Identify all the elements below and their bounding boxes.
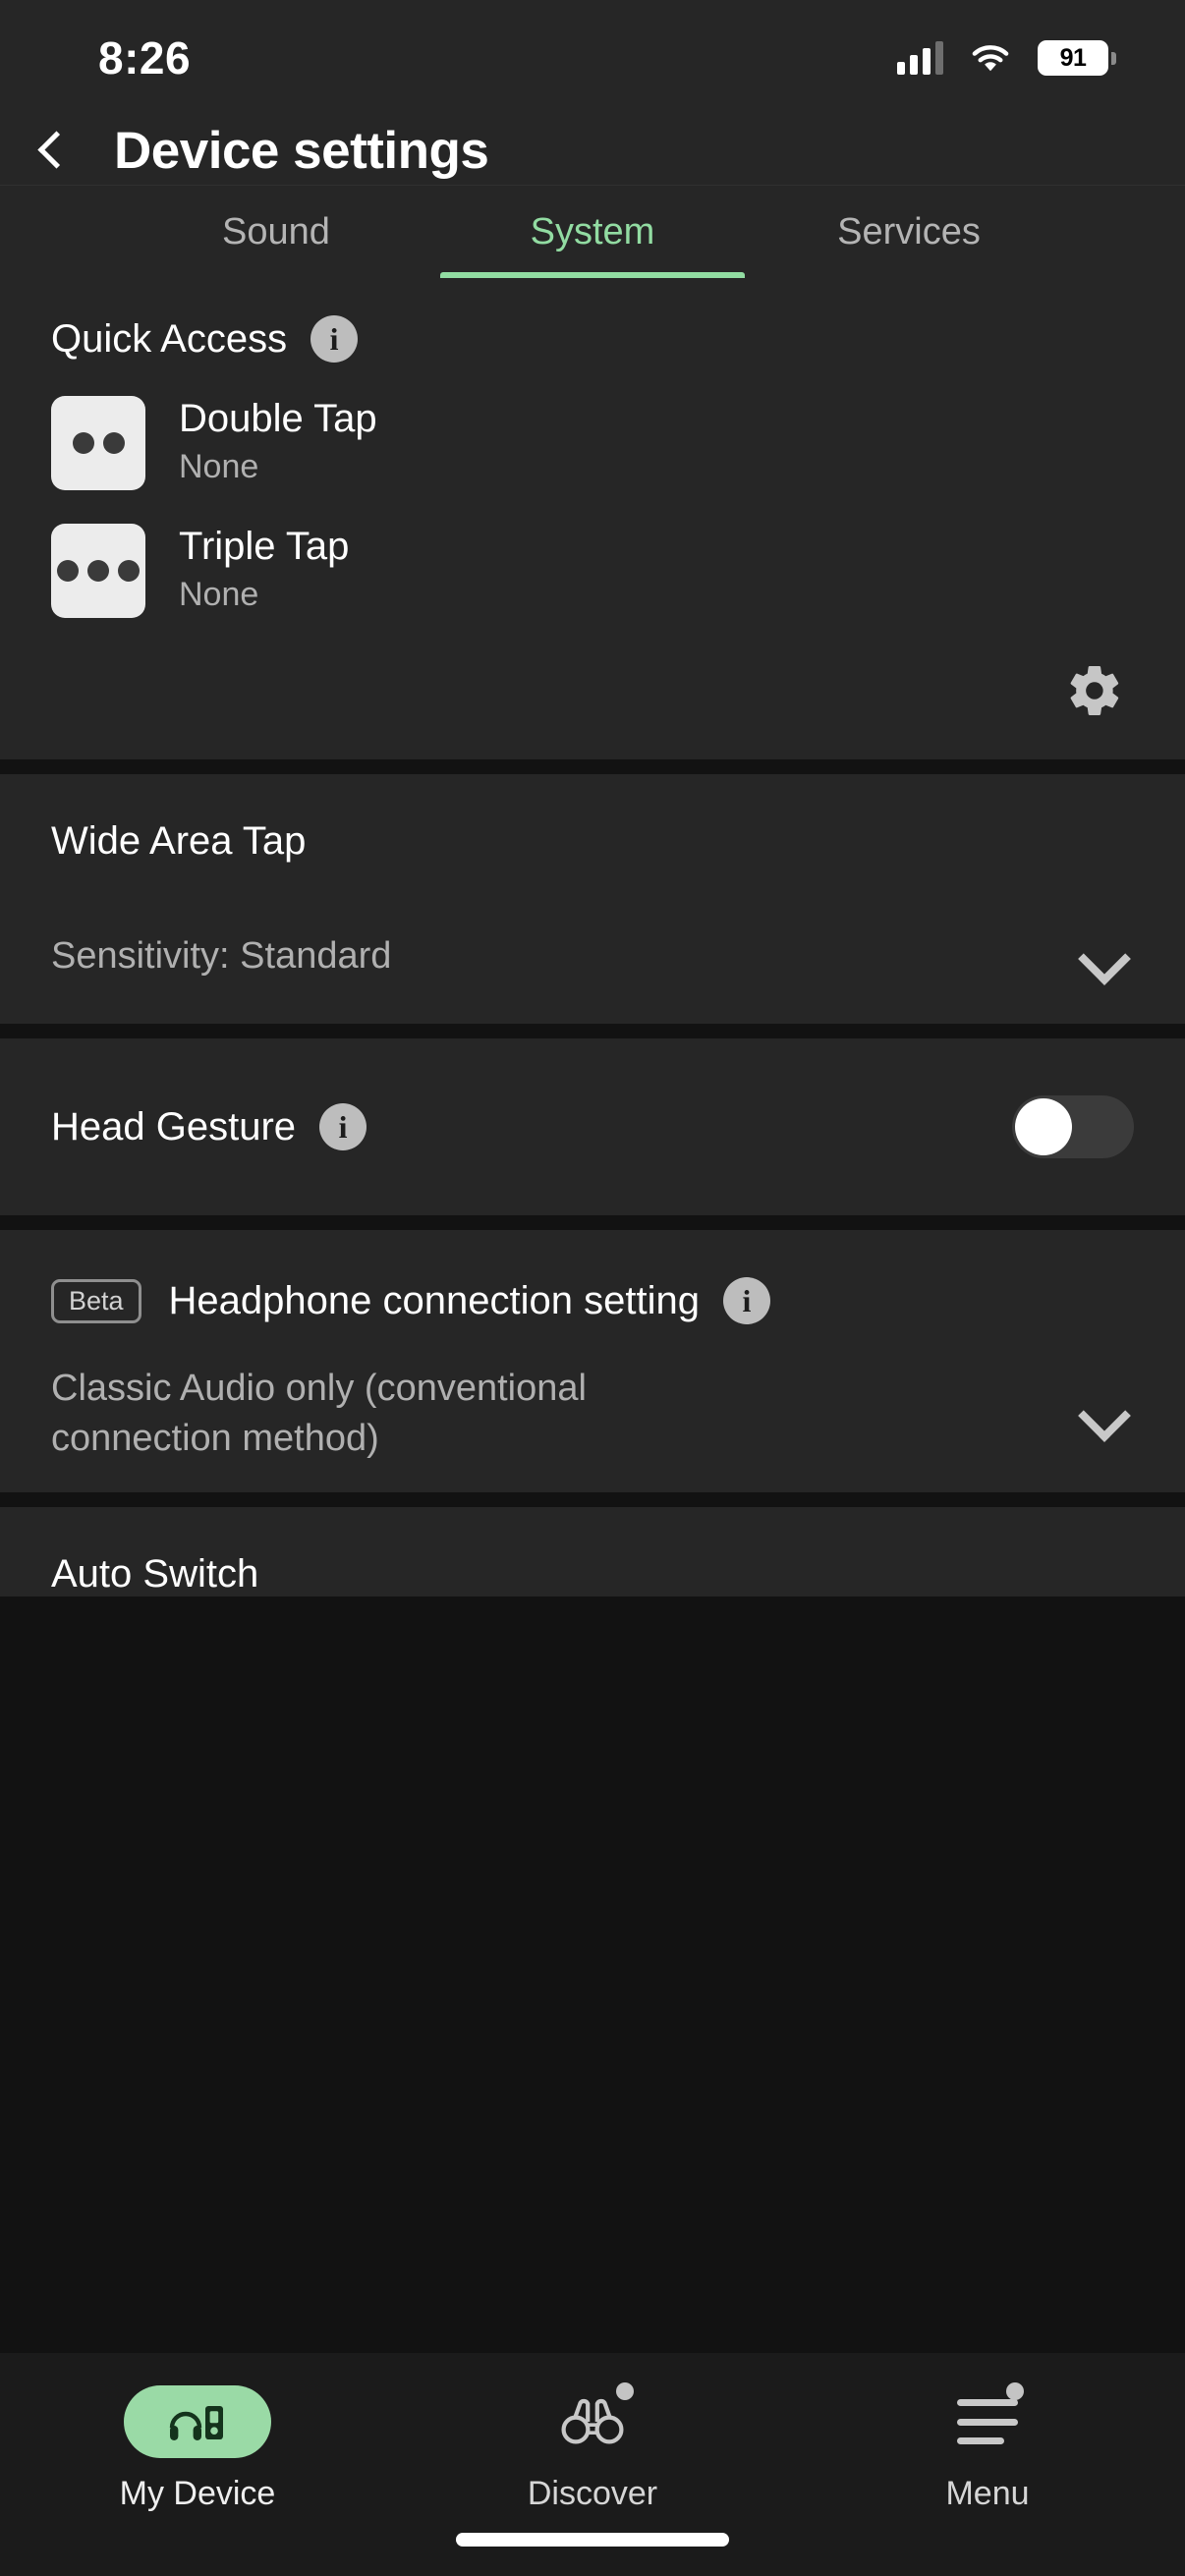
discover-badge-dot [616,2382,634,2400]
headphone-connection-info-icon[interactable]: i [722,1277,770,1325]
nav-label-menu: Menu [945,2475,1030,2512]
section-divider [0,1024,1185,1039]
chevron-down-icon [1079,934,1124,980]
auto-switch-section: Auto Switch [0,1507,1185,1597]
battery-level-label: 91 [1059,43,1087,72]
wide-area-tap-title: Wide Area Tap [51,819,307,863]
nav-label-my-device: My Device [119,2475,276,2512]
gear-icon[interactable] [1065,661,1124,720]
tab-sound-label: Sound [222,210,330,252]
head-gesture-row: Head Gesture i [0,1038,1185,1215]
wifi-icon [972,45,1009,72]
hamburger-menu-icon [957,2399,1018,2444]
tab-sound[interactable]: Sound [118,186,434,278]
triple-tap-icon [51,524,145,618]
quick-access-info-icon[interactable]: i [310,315,359,363]
head-gesture-toggle[interactable] [1012,1095,1134,1159]
my-device-active-pill [124,2385,271,2458]
head-gesture-section: Head Gesture i [0,1038,1185,1216]
wide-area-tap-section: Wide Area Tap Sensitivity: Standard [0,774,1185,1025]
nav-item-discover[interactable]: Discover [395,2375,790,2513]
triple-tap-title: Triple Tap [179,525,350,569]
battery-icon: 91 [1038,40,1116,76]
binoculars-icon [561,2398,624,2444]
double-tap-title: Double Tap [179,397,377,441]
status-bar-clock: 8:26 [98,32,192,84]
tab-system-label: System [530,210,655,252]
section-divider [0,1215,1185,1231]
menu-badge-dot [1006,2382,1024,2400]
head-gesture-info-icon[interactable]: i [319,1103,367,1151]
headphone-connection-title: Headphone connection setting [168,1278,700,1322]
nav-item-my-device[interactable]: My Device [0,2375,395,2513]
home-indicator [456,2533,729,2547]
settings-scroll-area[interactable]: Quick Access i Double Tap None Triple Ta… [0,278,1185,2353]
headphone-connection-header: Beta Headphone connection setting i [0,1230,1185,1325]
signal-bars-icon [897,41,943,75]
tab-system[interactable]: System [434,186,751,278]
nav-label-discover: Discover [527,2475,658,2512]
page-title: Device settings [114,121,489,180]
tab-bar: Sound System Services [0,185,1185,278]
chevron-down-icon [1079,1391,1124,1436]
quick-access-section: Quick Access i Double Tap None Triple Ta… [0,278,1185,759]
auto-switch-title: Auto Switch [51,1552,259,1596]
triple-tap-value: None [179,576,259,614]
info-glyph: i [338,1109,348,1146]
headphone-connection-section: Beta Headphone connection setting i Clas… [0,1230,1185,1493]
head-gesture-title: Head Gesture [51,1104,297,1148]
headphone-connection-dropdown[interactable]: Classic Audio only (conventional connect… [0,1324,1185,1492]
wide-area-tap-sensitivity-value: Sensitivity: Standard [51,935,392,977]
status-bar: 8:26 91 [0,0,1185,116]
tab-services-label: Services [837,210,981,252]
quick-access-title: Quick Access [51,316,288,361]
tab-services[interactable]: Services [751,186,1067,278]
info-glyph: i [742,1283,752,1319]
toggle-knob [1015,1098,1072,1156]
wide-area-tap-sensitivity-dropdown[interactable]: Sensitivity: Standard [0,864,1185,1024]
status-bar-indicators: 91 [897,40,1116,76]
double-tap-row[interactable]: Double Tap None [0,363,1185,490]
bottom-navigation-bar: My Device Discover Menu [0,2353,1185,2576]
beta-badge: Beta [51,1278,141,1323]
chevron-left-icon[interactable] [29,128,75,173]
double-tap-value: None [179,448,259,486]
section-divider [0,759,1185,774]
quick-access-settings-row [0,618,1185,759]
quick-access-header: Quick Access i [0,278,1185,363]
triple-tap-row[interactable]: Triple Tap None [0,490,1185,618]
headphone-connection-value: Classic Audio only (conventional connect… [51,1368,587,1459]
section-divider [0,1492,1185,1508]
nav-item-menu[interactable]: Menu [790,2375,1185,2513]
phone-screen: 8:26 91 Device settings Sound System Ser… [0,0,1185,2576]
info-glyph: i [329,321,339,357]
page-header: Device settings [0,116,1185,185]
double-tap-icon [51,396,145,490]
headphones-device-icon [169,2406,223,2440]
